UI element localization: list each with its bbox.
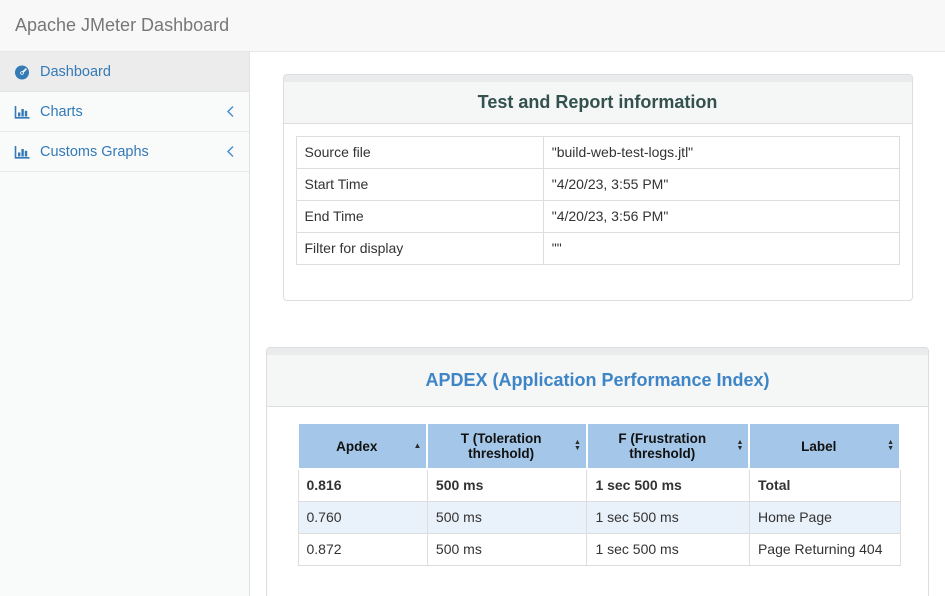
- column-header-frustration[interactable]: F (Frustration threshold) ▲▼: [587, 423, 750, 469]
- info-label: End Time: [296, 201, 543, 233]
- column-header-apdex[interactable]: Apdex ▲: [298, 423, 427, 469]
- chevron-left-icon: [226, 145, 235, 158]
- test-report-info-body: Source file "build-web-test-logs.jtl" St…: [284, 124, 912, 300]
- table-row: Source file "build-web-test-logs.jtl": [296, 137, 899, 169]
- apdex-heading: APDEX (Application Performance Index): [267, 355, 928, 407]
- sidebar-item-dashboard[interactable]: Dashboard: [0, 52, 249, 92]
- sort-both-icon[interactable]: ▲▼: [737, 440, 744, 452]
- label-value: Home Page: [749, 502, 900, 534]
- table-row: Filter for display "": [296, 233, 899, 265]
- frustration-value: 1 sec 500 ms: [587, 534, 750, 566]
- test-report-info-title: Test and Report information: [478, 92, 718, 112]
- apdex-table: Apdex ▲ T (Toleration threshold) ▲▼ F (F…: [297, 422, 901, 566]
- apdex-value: 0.760: [298, 502, 427, 534]
- app-title: Apache JMeter Dashboard: [15, 15, 229, 36]
- panel-top-strip: [284, 75, 912, 82]
- top-navbar: Apache JMeter Dashboard: [0, 0, 945, 52]
- toleration-value: 500 ms: [427, 534, 587, 566]
- sort-asc-icon[interactable]: ▲: [414, 442, 422, 450]
- info-label: Source file: [296, 137, 543, 169]
- bar-chart-icon: [14, 104, 31, 120]
- sort-both-icon[interactable]: ▲▼: [574, 440, 581, 452]
- info-value: "": [543, 233, 899, 265]
- apdex-title: APDEX (Application Performance Index): [425, 370, 769, 390]
- test-report-info-table: Source file "build-web-test-logs.jtl" St…: [296, 136, 900, 265]
- test-report-info-panel: Test and Report information Source file …: [283, 74, 913, 301]
- info-value: "4/20/23, 3:56 PM": [543, 201, 899, 233]
- sidebar-item-label: Customs Graphs: [40, 144, 149, 160]
- sidebar-item-charts[interactable]: Charts: [0, 92, 249, 132]
- sidebar: Dashboard Charts: [0, 52, 250, 596]
- info-label: Start Time: [296, 169, 543, 201]
- apdex-panel: APDEX (Application Performance Index) Ap…: [266, 347, 929, 596]
- label-value: Page Returning 404: [749, 534, 900, 566]
- sidebar-item-customs-graphs[interactable]: Customs Graphs: [0, 132, 249, 172]
- toleration-value: 500 ms: [427, 469, 587, 502]
- test-report-info-heading: Test and Report information: [284, 82, 912, 124]
- bar-chart-icon: [14, 144, 31, 160]
- panel-top-strip: [267, 348, 928, 355]
- info-value: "4/20/23, 3:55 PM": [543, 169, 899, 201]
- toleration-value: 500 ms: [427, 502, 587, 534]
- column-header-label[interactable]: Label ▲▼: [749, 423, 900, 469]
- frustration-value: 1 sec 500 ms: [587, 502, 750, 534]
- table-row-total: 0.816 500 ms 1 sec 500 ms Total: [298, 469, 900, 502]
- sidebar-item-label: Charts: [40, 104, 83, 120]
- dashboard-icon: [14, 64, 31, 80]
- apdex-header-row: Apdex ▲ T (Toleration threshold) ▲▼ F (F…: [298, 423, 900, 469]
- column-header-toleration[interactable]: T (Toleration threshold) ▲▼: [427, 423, 587, 469]
- apdex-value: 0.816: [298, 469, 427, 502]
- main-content: Test and Report information Source file …: [250, 52, 945, 596]
- chevron-left-icon: [226, 105, 235, 118]
- sidebar-item-label: Dashboard: [40, 64, 111, 80]
- sort-both-icon[interactable]: ▲▼: [887, 440, 894, 452]
- table-row: 0.760 500 ms 1 sec 500 ms Home Page: [298, 502, 900, 534]
- apdex-value: 0.872: [298, 534, 427, 566]
- apdex-body: Apdex ▲ T (Toleration threshold) ▲▼ F (F…: [267, 407, 928, 596]
- info-label: Filter for display: [296, 233, 543, 265]
- label-value: Total: [749, 469, 900, 502]
- frustration-value: 1 sec 500 ms: [587, 469, 750, 502]
- table-row: End Time "4/20/23, 3:56 PM": [296, 201, 899, 233]
- table-row: Start Time "4/20/23, 3:55 PM": [296, 169, 899, 201]
- info-value: "build-web-test-logs.jtl": [543, 137, 899, 169]
- table-row: 0.872 500 ms 1 sec 500 ms Page Returning…: [298, 534, 900, 566]
